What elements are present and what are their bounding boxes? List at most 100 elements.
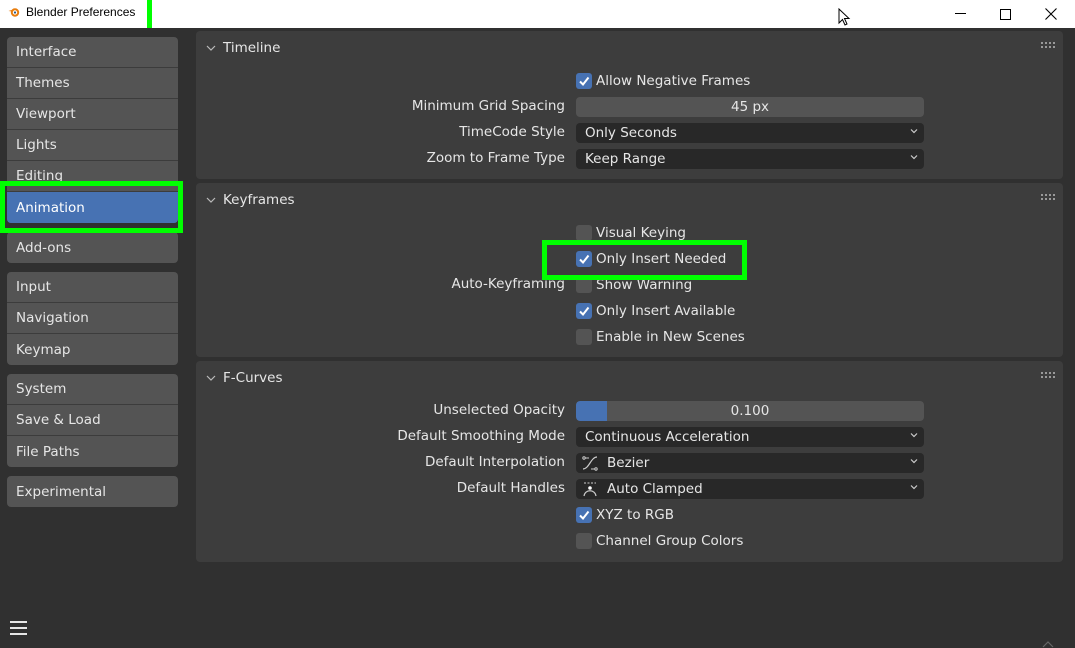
field-label: TimeCode Style	[459, 124, 565, 140]
dropdown-value: Keep Range	[585, 151, 666, 167]
field-label: Default Smoothing Mode	[397, 428, 565, 444]
chevron-down-icon	[910, 155, 918, 160]
preferences-main: Timeline Allow Negative Frames Minimum G…	[196, 28, 1075, 648]
sidebar-item-save-load[interactable]: Save & Load	[7, 405, 178, 436]
sidebar-item-experimental[interactable]: Experimental	[7, 476, 178, 507]
checkbox-checked-icon	[576, 303, 592, 319]
checkbox-checked-icon	[576, 73, 592, 89]
row-only-insert-available: Only Insert Available	[196, 299, 1063, 323]
field-label: Default Interpolation	[424, 454, 565, 470]
checkbox-label: Only Insert Available	[596, 303, 736, 319]
panel-header-timeline[interactable]: Timeline	[196, 31, 1063, 65]
sidebar-group-input: Input Navigation Keymap	[7, 272, 178, 365]
scroll-up-arrow-icon[interactable]	[1042, 640, 1054, 648]
mouse-cursor-icon	[838, 8, 851, 26]
hamburger-line	[9, 633, 27, 635]
sidebar-group-addons: Add-ons	[7, 232, 178, 263]
drag-grip-icon[interactable]	[1041, 194, 1055, 200]
chevron-down-icon	[910, 433, 918, 438]
checkbox-label: Visual Keying	[596, 225, 686, 241]
sidebar-item-lights[interactable]: Lights	[7, 130, 178, 161]
hamburger-menu-icon	[9, 621, 27, 623]
drag-grip-icon[interactable]	[1041, 42, 1055, 48]
panel-title: Timeline	[223, 40, 281, 56]
sidebar-item-input[interactable]: Input	[7, 272, 178, 303]
row-min-grid-spacing: Minimum Grid Spacing 45 px	[196, 95, 1063, 119]
channel-group-colors-checkbox[interactable]: Channel Group Colors	[576, 533, 743, 549]
sidebar-group-system: System Save & Load File Paths	[7, 374, 178, 467]
chevron-down-icon	[910, 485, 918, 490]
checkbox-label: Channel Group Colors	[596, 533, 744, 549]
default-smoothing-mode-dropdown[interactable]: Continuous Acceleration	[576, 427, 924, 447]
panel-header-f-curves[interactable]: F-Curves	[196, 361, 1063, 395]
sidebar-item-system[interactable]: System	[7, 374, 178, 405]
field-label: Default Handles	[456, 480, 565, 496]
chevron-down-icon	[206, 197, 216, 203]
minimize-icon	[954, 13, 966, 14]
panel-title: Keyframes	[223, 192, 295, 208]
maximize-button[interactable]	[982, 0, 1028, 28]
panel-title: F-Curves	[223, 370, 283, 386]
chevron-down-icon	[910, 129, 918, 134]
visual-keying-checkbox[interactable]: Visual Keying	[576, 225, 686, 241]
xyz-to-rgb-checkbox[interactable]: XYZ to RGB	[576, 507, 674, 523]
row-xyz-to-rgb: XYZ to RGB	[196, 503, 1063, 527]
row-enable-in-new-scenes: Enable in New Scenes	[196, 325, 1063, 349]
drag-grip-icon[interactable]	[1041, 372, 1055, 378]
animation-highlight-box	[0, 181, 183, 233]
checkbox-label: XYZ to RGB	[596, 507, 674, 523]
sidebar-group-experimental: Experimental	[7, 476, 178, 507]
dropdown-value: Only Seconds	[585, 125, 677, 141]
maximize-icon	[999, 8, 1011, 20]
panel-timeline: Timeline Allow Negative Frames Minimum G…	[196, 31, 1063, 179]
close-icon	[1045, 8, 1057, 20]
title-bar: Blender Preferences	[0, 0, 1075, 36]
checkbox-unchecked-icon	[576, 533, 592, 549]
field-label: Zoom to Frame Type	[426, 150, 565, 166]
unselected-opacity-slider[interactable]: 0.100	[576, 401, 924, 421]
chevron-down-icon	[206, 45, 216, 51]
row-allow-negative-frames: Allow Negative Frames	[196, 69, 1063, 93]
default-interpolation-dropdown[interactable]: Bezier	[576, 453, 924, 473]
field-value: 45 px	[730, 99, 770, 115]
checkbox-label: Allow Negative Frames	[596, 73, 751, 89]
checkbox-unchecked-icon	[576, 225, 592, 241]
sidebar-item-file-paths[interactable]: File Paths	[7, 436, 178, 467]
row-timecode-style: TimeCode Style Only Seconds	[196, 121, 1063, 145]
preferences-sidebar: Interface Themes Viewport Lights Editing…	[0, 28, 190, 648]
row-default-smoothing-mode: Default Smoothing Mode Continuous Accele…	[196, 425, 1063, 449]
min-grid-spacing-field[interactable]: 45 px	[576, 97, 924, 117]
row-channel-group-colors: Channel Group Colors	[196, 529, 1063, 553]
blender-logo-icon	[8, 7, 20, 17]
enable-in-new-scenes-checkbox[interactable]: Enable in New Scenes	[576, 329, 745, 345]
default-handles-dropdown[interactable]: Auto Clamped	[576, 479, 924, 499]
row-unselected-opacity: Unselected Opacity 0.100	[196, 399, 1063, 423]
chevron-down-icon	[910, 459, 918, 464]
sidebar-item-keymap[interactable]: Keymap	[7, 334, 178, 365]
sidebar-item-navigation[interactable]: Navigation	[7, 303, 178, 334]
hamburger-menu-button[interactable]	[7, 616, 29, 640]
row-default-handles: Default Handles Auto Clamped	[196, 477, 1063, 501]
close-button[interactable]	[1028, 0, 1074, 28]
sidebar-item-viewport[interactable]: Viewport	[7, 99, 178, 130]
only-insert-needed-highlight-box	[542, 240, 747, 280]
sidebar-item-themes[interactable]: Themes	[7, 68, 178, 99]
chevron-down-icon	[206, 375, 216, 381]
slider-fill	[576, 401, 608, 421]
dropdown-value: Auto Clamped	[607, 481, 703, 497]
sidebar-item-interface[interactable]: Interface	[7, 37, 178, 68]
row-default-interpolation: Default Interpolation Bezier	[196, 451, 1063, 475]
row-zoom-to-frame-type: Zoom to Frame Type Keep Range	[196, 147, 1063, 171]
only-insert-available-checkbox[interactable]: Only Insert Available	[576, 303, 735, 319]
checkbox-unchecked-icon	[576, 329, 592, 345]
zoom-to-frame-type-dropdown[interactable]: Keep Range	[576, 149, 924, 169]
timecode-style-dropdown[interactable]: Only Seconds	[576, 123, 924, 143]
allow-negative-frames-checkbox[interactable]: Allow Negative Frames	[576, 73, 750, 89]
field-label: Unselected Opacity	[433, 402, 565, 418]
sidebar-item-add-ons[interactable]: Add-ons	[7, 232, 178, 263]
checkbox-checked-icon	[576, 507, 592, 523]
minimize-button[interactable]	[937, 0, 983, 28]
dropdown-value: Continuous Acceleration	[585, 429, 750, 445]
auto-clamped-handle-icon	[583, 482, 597, 497]
panel-header-keyframes[interactable]: Keyframes	[196, 183, 1063, 217]
